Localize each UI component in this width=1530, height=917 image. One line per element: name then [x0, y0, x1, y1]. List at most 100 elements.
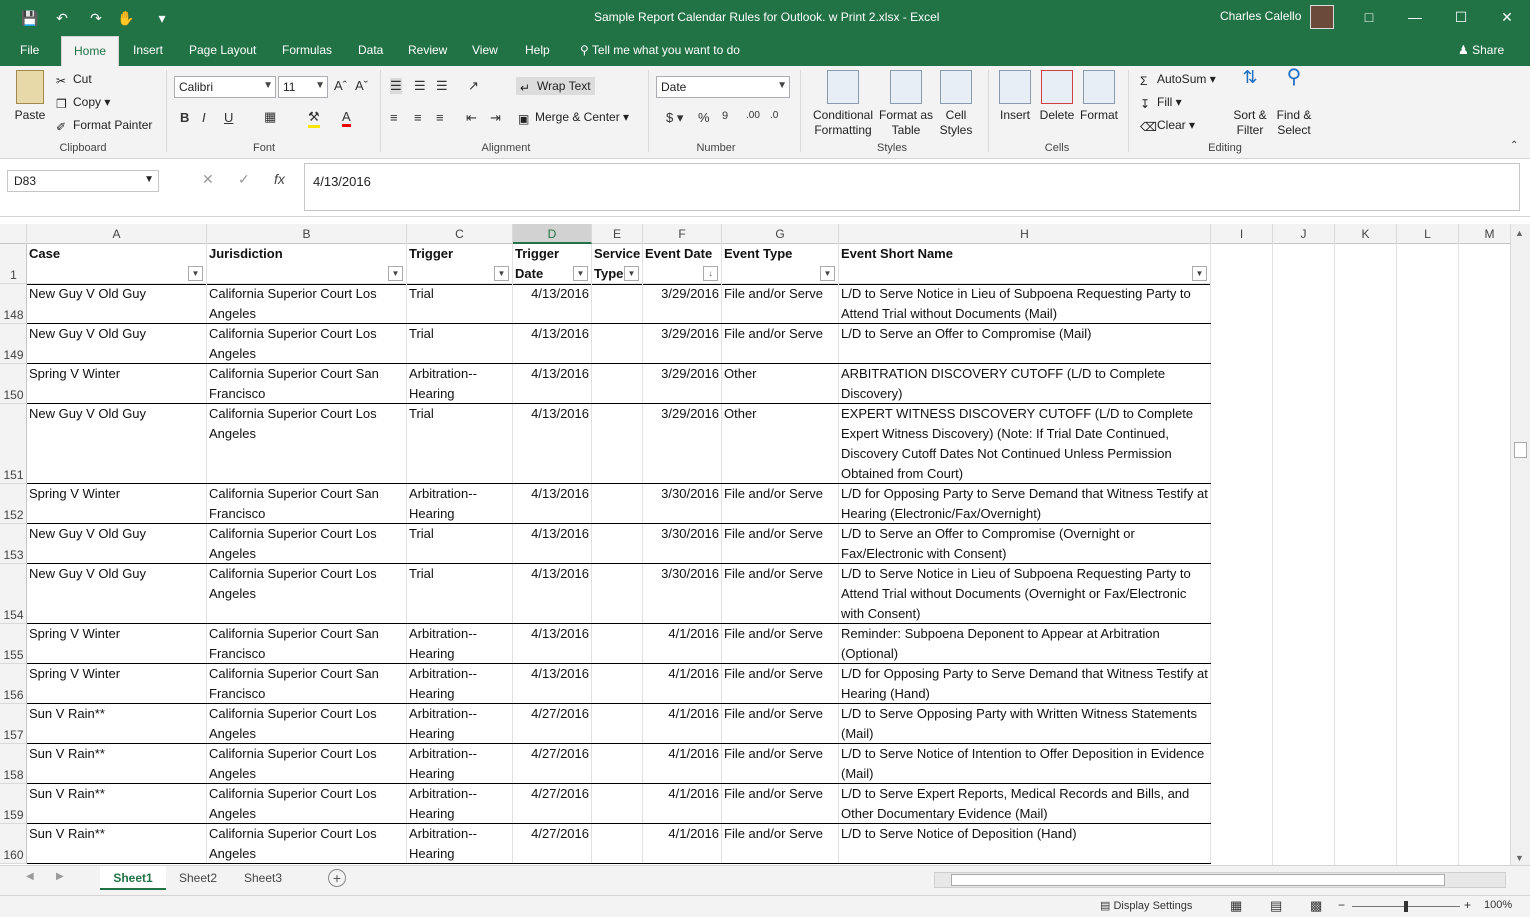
- cell-name[interactable]: L/D to Serve Expert Reports, Medical Rec…: [839, 784, 1211, 824]
- cell-name[interactable]: L/D for Opposing Party to Serve Demand t…: [839, 484, 1211, 524]
- empty-column[interactable]: [1273, 244, 1335, 865]
- scroll-thumb[interactable]: [951, 874, 1445, 886]
- cell-stype[interactable]: [592, 524, 643, 564]
- filter-dropdown-icon[interactable]: ▼: [494, 266, 509, 281]
- cell-stype[interactable]: [592, 744, 643, 784]
- tab-help[interactable]: Help: [519, 36, 556, 66]
- cell-etype[interactable]: File and/or Serve: [722, 624, 839, 664]
- cell-trig[interactable]: Arbitration--Hearing: [407, 784, 513, 824]
- cell-case[interactable]: New Guy V Old Guy: [27, 564, 207, 624]
- cell-edate[interactable]: 3/29/2016: [643, 284, 722, 324]
- cell-jur[interactable]: California Superior Court San Francisco: [207, 484, 407, 524]
- cell-styles-button[interactable]: Cell Styles: [934, 70, 978, 138]
- cell-jur[interactable]: California Superior Court Los Angeles: [207, 744, 407, 784]
- cell-tdate[interactable]: 4/13/2016: [513, 324, 592, 364]
- header-cell-trigger-date[interactable]: Trigger Date ▼: [513, 244, 592, 284]
- cell-name[interactable]: L/D to Serve Notice of Intention to Offe…: [839, 744, 1211, 784]
- tab-page-layout[interactable]: Page Layout: [183, 36, 262, 66]
- row-header[interactable]: 151: [0, 404, 27, 484]
- format-cells-button[interactable]: Format: [1078, 70, 1120, 123]
- header-cell-event-date[interactable]: Event Date ↓: [643, 244, 722, 284]
- percent-icon[interactable]: %: [698, 110, 710, 125]
- find-select-button[interactable]: ⚲ Find & Select: [1272, 67, 1316, 138]
- increase-decimal-icon[interactable]: .00: [746, 110, 760, 121]
- cell-case[interactable]: New Guy V Old Guy: [27, 284, 207, 324]
- cell-trig[interactable]: Arbitration--Hearing: [407, 664, 513, 704]
- increase-font-size-icon[interactable]: Aˆ: [334, 78, 347, 93]
- cell-jur[interactable]: California Superior Court Los Angeles: [207, 784, 407, 824]
- cell-edate[interactable]: 4/1/2016: [643, 824, 722, 864]
- cell-tdate[interactable]: 4/27/2016: [513, 824, 592, 864]
- row-header[interactable]: 150: [0, 364, 27, 404]
- save-icon[interactable]: 💾: [20, 8, 40, 28]
- column-header[interactable]: M: [1459, 224, 1510, 244]
- vertical-scrollbar[interactable]: ▲ ▼: [1510, 224, 1530, 865]
- italic-icon[interactable]: I: [202, 110, 206, 125]
- scroll-thumb[interactable]: [1514, 442, 1527, 458]
- filter-dropdown-icon[interactable]: ▼: [1192, 266, 1207, 281]
- paste-button[interactable]: Paste: [8, 70, 52, 123]
- cell-name[interactable]: L/D to Serve Notice in Lieu of Subpoena …: [839, 284, 1211, 324]
- cell-etype[interactable]: File and/or Serve: [722, 484, 839, 524]
- cell-jur[interactable]: California Superior Court Los Angeles: [207, 564, 407, 624]
- ribbon-display-options-icon[interactable]: □: [1356, 6, 1382, 28]
- zoom-slider-thumb[interactable]: [1404, 901, 1408, 912]
- cell-etype[interactable]: Other: [722, 364, 839, 404]
- cell-case[interactable]: Spring V Winter: [27, 364, 207, 404]
- zoom-slider[interactable]: [1352, 901, 1460, 912]
- cell-jur[interactable]: California Superior Court San Francisco: [207, 364, 407, 404]
- cell-stype[interactable]: [592, 624, 643, 664]
- row-header[interactable]: 159: [0, 784, 27, 824]
- cell-tdate[interactable]: 4/13/2016: [513, 624, 592, 664]
- column-header[interactable]: C: [407, 224, 513, 244]
- merge-center-button[interactable]: ▣ Merge & Center ▾: [518, 110, 629, 126]
- decrease-indent-icon[interactable]: ⇤: [466, 110, 477, 126]
- cell-edate[interactable]: 3/29/2016: [643, 364, 722, 404]
- middle-align-icon[interactable]: ☰: [414, 78, 426, 94]
- filter-dropdown-icon[interactable]: ▼: [188, 266, 203, 281]
- scroll-tabs-right-icon[interactable]: ▶: [56, 871, 64, 882]
- column-header[interactable]: G: [722, 224, 839, 244]
- tab-file[interactable]: File: [14, 36, 45, 66]
- cell-tdate[interactable]: 4/13/2016: [513, 284, 592, 324]
- cell-edate[interactable]: 4/1/2016: [643, 664, 722, 704]
- header-cell-jurisdiction[interactable]: Jurisdiction ▼: [207, 244, 407, 284]
- cell-edate[interactable]: 3/29/2016: [643, 324, 722, 364]
- font-size-select[interactable]: 11 ▼: [278, 76, 328, 98]
- cell-case[interactable]: Spring V Winter: [27, 484, 207, 524]
- select-all-corner[interactable]: [0, 224, 27, 244]
- formula-input[interactable]: 4/13/2016: [304, 163, 1520, 211]
- collapse-ribbon-icon[interactable]: ⌃: [1510, 140, 1518, 151]
- column-header[interactable]: F: [643, 224, 722, 244]
- increase-indent-icon[interactable]: ⇥: [490, 110, 501, 126]
- avatar[interactable]: [1310, 5, 1334, 29]
- sort-ascending-icon[interactable]: ↓: [703, 266, 718, 281]
- undo-icon[interactable]: ↶: [52, 8, 72, 28]
- cell-jur[interactable]: California Superior Court Los Angeles: [207, 704, 407, 744]
- currency-icon[interactable]: $ ▾: [666, 110, 683, 126]
- cell-case[interactable]: Sun V Rain**: [27, 704, 207, 744]
- delete-cells-button[interactable]: Delete: [1036, 70, 1078, 123]
- decrease-decimal-icon[interactable]: .0: [770, 110, 778, 121]
- column-header[interactable]: A: [27, 224, 207, 244]
- tab-insert[interactable]: Insert: [127, 36, 169, 66]
- header-cell-event-short-name[interactable]: Event Short Name ▼: [839, 244, 1211, 284]
- autosum-button[interactable]: Σ AutoSum ▾: [1140, 72, 1216, 88]
- tab-formulas[interactable]: Formulas: [276, 36, 338, 66]
- cell-name[interactable]: EXPERT WITNESS DISCOVERY CUTOFF (L/D to …: [839, 404, 1211, 484]
- horizontal-scrollbar[interactable]: [934, 872, 1506, 888]
- share-button[interactable]: ♟ Share: [1452, 36, 1510, 66]
- tab-review[interactable]: Review: [402, 36, 453, 66]
- column-header[interactable]: E: [592, 224, 643, 244]
- name-box[interactable]: D83 ▼: [7, 170, 159, 192]
- redo-icon[interactable]: ↷: [86, 8, 106, 28]
- cell-stype[interactable]: [592, 704, 643, 744]
- row-header[interactable]: 157: [0, 704, 27, 744]
- borders-icon[interactable]: ▦: [264, 109, 276, 125]
- wrap-text-button[interactable]: ↵ Wrap Text: [516, 77, 595, 95]
- column-header[interactable]: L: [1397, 224, 1459, 244]
- cell-name[interactable]: L/D to Serve Opposing Party with Written…: [839, 704, 1211, 744]
- row-header[interactable]: 153: [0, 524, 27, 564]
- zoom-in-icon[interactable]: +: [1464, 898, 1471, 912]
- cancel-icon[interactable]: ✕: [202, 171, 214, 188]
